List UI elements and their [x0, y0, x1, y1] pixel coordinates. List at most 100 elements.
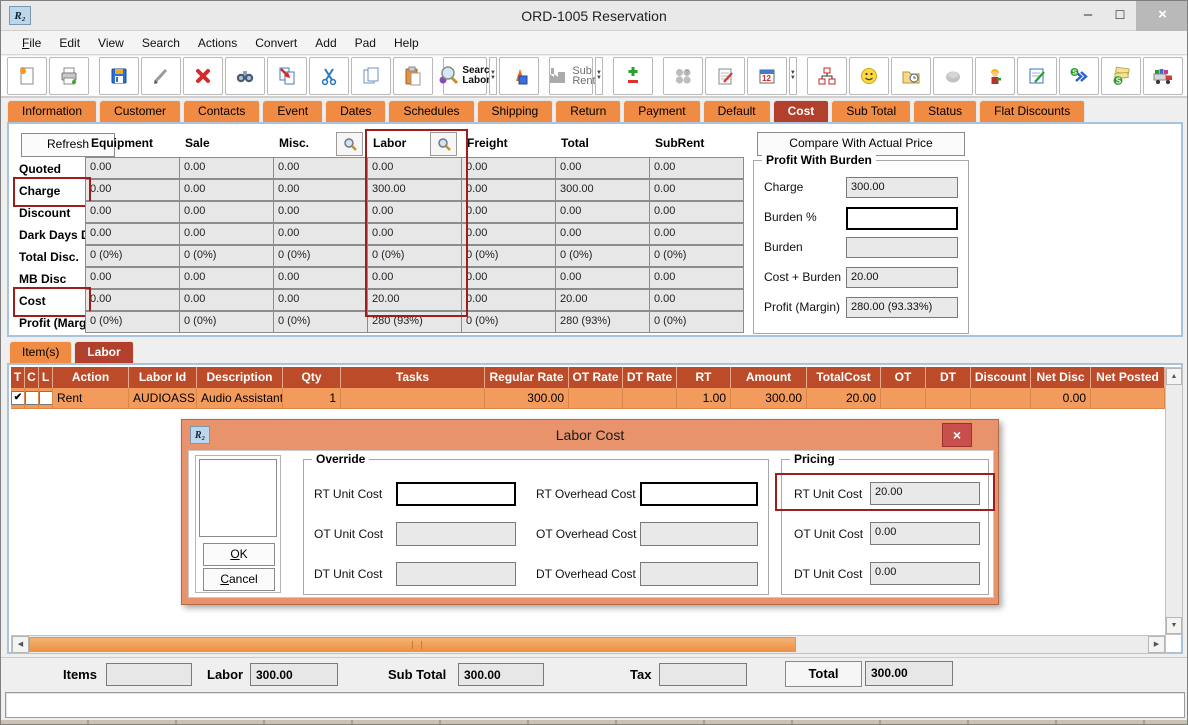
tab-flat-discounts[interactable]: Flat Discounts: [979, 100, 1085, 123]
tab-payment[interactable]: Payment: [623, 100, 700, 123]
tab-event[interactable]: Event: [262, 100, 323, 123]
calendar-button[interactable]: 12: [747, 57, 787, 95]
money-transfer-button[interactable]: S: [1059, 57, 1099, 95]
grid-header-description[interactable]: Description: [197, 367, 283, 388]
paste-button[interactable]: [393, 57, 433, 95]
grid-header-regular-rate[interactable]: Regular Rate: [485, 367, 569, 388]
print-button[interactable]: [49, 57, 89, 95]
search-labor-dropdown[interactable]: ▼▼: [489, 57, 497, 95]
grid-cell-discount[interactable]: [971, 388, 1031, 409]
sub-rent-dropdown[interactable]: ▼▼: [595, 57, 603, 95]
menu-item-search[interactable]: Search: [133, 33, 189, 53]
checkbox-l-unchecked[interactable]: [39, 391, 53, 405]
crew-button[interactable]: [975, 57, 1015, 95]
burden-field-burden[interactable]: [846, 207, 958, 230]
grid-header-amount[interactable]: Amount: [731, 367, 807, 388]
menu-item-file[interactable]: File: [13, 33, 50, 53]
tab-dates[interactable]: Dates: [325, 100, 386, 123]
grid-header-labor-id[interactable]: Labor Id: [129, 367, 197, 388]
grid-header-net-posted[interactable]: Net Posted: [1091, 367, 1165, 388]
add-remove-button[interactable]: [613, 57, 653, 95]
vertical-scrollbar[interactable]: ▲ ▼: [1165, 367, 1183, 635]
menu-item-actions[interactable]: Actions: [189, 33, 246, 53]
notepad-button[interactable]: [705, 57, 745, 95]
search-labor-button[interactable]: Search Labor: [443, 57, 487, 95]
grid-cell-net-posted[interactable]: [1091, 388, 1165, 409]
override-field-rt-unit-cost[interactable]: [396, 482, 516, 506]
grid-header-rt[interactable]: RT: [677, 367, 731, 388]
cancel-button[interactable]: Cancel: [203, 568, 275, 591]
find-button[interactable]: [225, 57, 265, 95]
tab-status[interactable]: Status: [913, 100, 977, 123]
tab-default[interactable]: Default: [703, 100, 771, 123]
tab-information[interactable]: Information: [7, 100, 97, 123]
menu-item-pad[interactable]: Pad: [346, 33, 385, 53]
override-field-rt-overhead-cost[interactable]: [640, 482, 758, 506]
detail-tab-labor[interactable]: Labor: [74, 341, 133, 363]
tab-cost[interactable]: Cost: [773, 100, 830, 123]
smiley-button[interactable]: [849, 57, 889, 95]
tab-schedules[interactable]: Schedules: [388, 100, 474, 123]
grid-cell-amount[interactable]: 300.00: [731, 388, 807, 409]
menu-item-add[interactable]: Add: [306, 33, 345, 53]
tab-shipping[interactable]: Shipping: [477, 100, 554, 123]
grid-header-dt[interactable]: DT: [926, 367, 971, 388]
grid-cell-ot-rate[interactable]: [569, 388, 623, 409]
grid-header-t[interactable]: T: [11, 367, 25, 388]
grid-cell-net-disc[interactable]: 0.00: [1031, 388, 1091, 409]
tab-return[interactable]: Return: [555, 100, 621, 123]
grid-cell-regular-rate[interactable]: 300.00: [485, 388, 569, 409]
ok-button[interactable]: OK: [203, 543, 275, 566]
group-query-button[interactable]: ?: [663, 57, 703, 95]
dialog-list-box[interactable]: [199, 459, 277, 537]
grid-header-net-disc[interactable]: Net Disc: [1031, 367, 1091, 388]
tab-sub-total[interactable]: Sub Total: [831, 100, 911, 123]
grid-header-c[interactable]: C: [25, 367, 39, 388]
grid-cell-totalcost[interactable]: 20.00: [807, 388, 881, 409]
menu-item-help[interactable]: Help: [385, 33, 428, 53]
detail-tab-item-s[interactable]: Item(s): [9, 341, 72, 363]
copy-button[interactable]: [351, 57, 391, 95]
tab-customer[interactable]: Customer: [99, 100, 181, 123]
grid-cell-rt[interactable]: 1.00: [677, 388, 731, 409]
grid-cell-tasks[interactable]: [341, 388, 485, 409]
org-chart-button[interactable]: [807, 57, 847, 95]
grid-cell-description[interactable]: Audio Assistant: [197, 388, 283, 409]
shapes-button[interactable]: [499, 57, 539, 95]
cut-button[interactable]: [309, 57, 349, 95]
grid-cell-ot[interactable]: [881, 388, 926, 409]
grid-header-ot[interactable]: OT: [881, 367, 926, 388]
scroll-down-arrow-icon[interactable]: ▼: [1166, 617, 1182, 634]
close-button[interactable]: ×: [1136, 1, 1188, 31]
shipping-truck-button[interactable]: [1143, 57, 1183, 95]
grid-cell-dt-rate[interactable]: [623, 388, 677, 409]
horizontal-scrollbar[interactable]: ◀ ▶: [11, 635, 1166, 654]
maximize-button[interactable]: ☐: [1105, 1, 1135, 31]
grid-header-discount[interactable]: Discount: [971, 367, 1031, 388]
grid-header-l[interactable]: L: [39, 367, 53, 388]
dialog-close-icon[interactable]: ×: [942, 423, 972, 447]
copy-special-button[interactable]: [267, 57, 307, 95]
scroll-up-arrow-icon[interactable]: ▲: [1166, 368, 1182, 385]
checkbox-c-unchecked[interactable]: [25, 391, 39, 405]
scroll-left-arrow-icon[interactable]: ◀: [12, 636, 29, 653]
edit-note-button[interactable]: [1017, 57, 1057, 95]
horizontal-scroll-thumb[interactable]: [29, 637, 796, 652]
grid-header-totalcost[interactable]: TotalCost: [807, 367, 881, 388]
edit-button[interactable]: [141, 57, 181, 95]
folder-history-button[interactable]: [891, 57, 931, 95]
money-notes-button[interactable]: S: [1101, 57, 1141, 95]
disabled-tool-button[interactable]: [933, 57, 973, 95]
checkbox-t-checked[interactable]: ✔: [11, 391, 25, 405]
column-magnifier-button-labor[interactable]: [430, 132, 457, 156]
new-document-button[interactable]: [7, 57, 47, 95]
grid-cell-dt[interactable]: [926, 388, 971, 409]
grid-cell-qty[interactable]: 1: [283, 388, 341, 409]
tab-contacts[interactable]: Contacts: [183, 100, 260, 123]
grid-cell-labor-id[interactable]: AUDIOASSI...: [129, 388, 197, 409]
save-button[interactable]: [99, 57, 139, 95]
grid-header-qty[interactable]: Qty: [283, 367, 341, 388]
grid-cell-action[interactable]: Rent: [53, 388, 129, 409]
menu-item-convert[interactable]: Convert: [246, 33, 306, 53]
delete-button[interactable]: [183, 57, 223, 95]
